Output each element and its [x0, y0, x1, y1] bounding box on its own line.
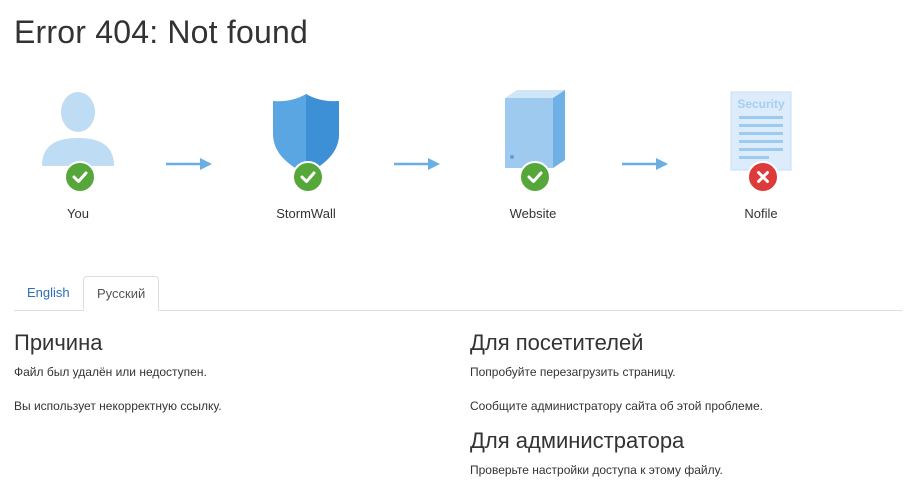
document-icon-text: Security — [737, 97, 785, 111]
arrow-right-icon — [622, 158, 668, 170]
check-icon — [292, 161, 324, 193]
flow-node-label: StormWall — [276, 206, 336, 221]
visitors-line: Сообщите администратору сайта об этой пр… — [470, 399, 763, 413]
admin-line: Проверьте настройки доступа к этому файл… — [470, 463, 723, 477]
flow-node-you: You — [8, 86, 148, 221]
reason-section: Причина Файл был удалён или недоступен. … — [14, 330, 434, 414]
arrow-right-icon — [166, 158, 212, 170]
visitors-section: Для посетителей Попробуйте перезагрузить… — [470, 330, 890, 478]
flow-node-label: Nofile — [744, 206, 778, 221]
page-title: Error 404: Not found — [14, 14, 308, 50]
arrow-right-icon — [394, 158, 440, 170]
check-icon — [64, 161, 96, 193]
admin-heading: Для администратора — [470, 428, 685, 453]
server-icon — [493, 86, 573, 193]
request-flow-diagram: You StormWall Website Security Nofile — [0, 86, 910, 236]
document-icon: Security — [721, 86, 801, 193]
flow-node-nofile: Security Nofile — [691, 86, 831, 221]
flow-node-label: Website — [509, 206, 557, 221]
tab-russian[interactable]: Русский — [83, 276, 160, 311]
reason-line: Файл был удалён или недоступен. — [14, 365, 207, 379]
tab-english[interactable]: English — [14, 276, 83, 310]
flow-node-stormwall: StormWall — [236, 86, 376, 221]
language-tabs: English Русский — [14, 276, 902, 311]
visitors-line: Попробуйте перезагрузить страницу. — [470, 365, 676, 379]
shield-icon — [266, 86, 346, 193]
flow-node-label: You — [67, 206, 89, 221]
check-icon — [519, 161, 551, 193]
user-icon — [38, 86, 118, 193]
reason-heading: Причина — [14, 330, 103, 355]
reason-line: Вы использует некорректную ссылку. — [14, 399, 222, 413]
error-x-icon — [747, 161, 779, 193]
visitors-heading: Для посетителей — [470, 330, 644, 355]
flow-node-website: Website — [463, 86, 603, 221]
